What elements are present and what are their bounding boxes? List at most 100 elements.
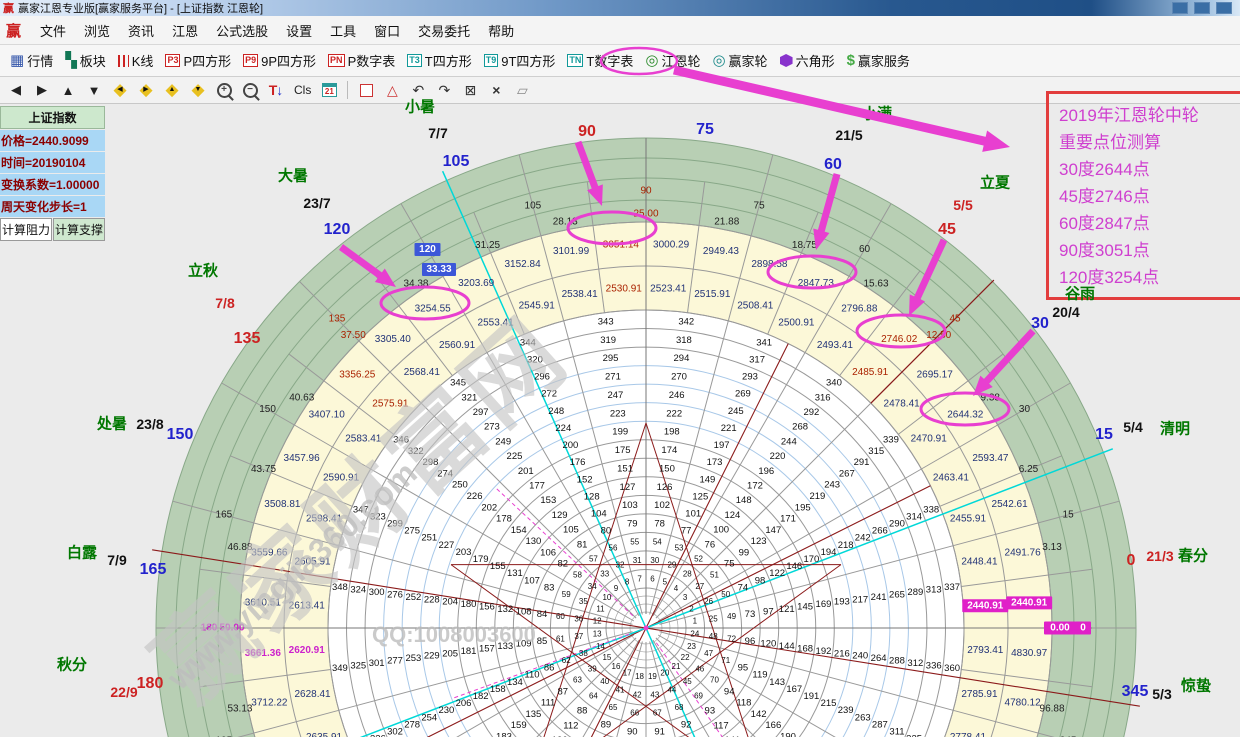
menu-item-4[interactable]: 公式选股 [207, 21, 277, 40]
maximize-button[interactable] [1194, 2, 1210, 14]
wheel-cell: 2515.91 [694, 289, 731, 300]
toolbar-item-P四方形[interactable]: P3P四方形 [159, 51, 237, 70]
shift-left-button[interactable]: ◆◀ [112, 82, 128, 98]
minimize-button[interactable] [1172, 2, 1188, 14]
page-left-button[interactable]: ◀ [8, 82, 24, 98]
wheel-cell: 9.38 [980, 393, 1000, 404]
wheel-cell: 198 [664, 427, 680, 438]
wheel-cell: 148 [736, 495, 752, 506]
rect-tool-button[interactable] [358, 84, 374, 97]
cls-button[interactable]: Cls [294, 83, 311, 97]
wheel-cell: 83 [544, 582, 555, 593]
rotate-cw-button[interactable]: ↷ [436, 82, 452, 99]
page-right-button[interactable]: ▶ [34, 82, 50, 98]
menu-item-9[interactable]: 帮助 [479, 21, 523, 40]
shift-up-button[interactable]: ◆▲ [164, 82, 180, 98]
wheel-cell: 22 [681, 653, 690, 662]
wheel-cell: 4 [674, 584, 679, 593]
panel-button-1[interactable]: 计算支撑 [53, 218, 105, 241]
wheel-cell: 203 [456, 547, 472, 558]
wheel-cell: 2644.32 [947, 409, 984, 420]
wheel-cell: 44 [667, 686, 676, 695]
page-up-button[interactable]: ▲ [60, 83, 76, 98]
toolbar-item-T数字表[interactable]: TNT数字表 [561, 51, 639, 70]
wheel-cell: 37.50 [341, 330, 366, 341]
wheel-cell: 273 [484, 422, 500, 433]
wheel-cell: 325 [350, 660, 366, 671]
zoom-out-button[interactable]: − [242, 83, 258, 98]
wheel-cell: 143 [769, 677, 785, 688]
toolbar-item-六角形[interactable]: 六角形 [774, 51, 841, 70]
toolbar-item-K线[interactable]: K线 [112, 51, 160, 70]
wheel-cell: 71 [721, 656, 730, 665]
wheel-cell: 251 [421, 533, 437, 544]
kline-candles-icon [118, 55, 129, 67]
wheel-cell: 195 [795, 502, 811, 513]
toolbar-item-行情[interactable]: ▦行情 [4, 51, 59, 70]
menu-item-5[interactable]: 设置 [277, 21, 321, 40]
close-button[interactable] [1216, 2, 1232, 14]
wheel-cell: 3203.69 [458, 278, 495, 289]
wheel-cell: 263 [855, 712, 871, 723]
wheel-cell: 62 [562, 656, 571, 665]
cross-move-button[interactable]: × [488, 82, 504, 98]
wheel-cell: 130 [525, 536, 541, 547]
toolbar-item-T四方形[interactable]: T3T四方形 [401, 51, 477, 70]
toolbar-item-赢家轮[interactable]: ◎赢家轮 [706, 51, 773, 70]
toolbar-item-9T四方形[interactable]: T99T四方形 [478, 51, 562, 70]
wheel-cell: 253 [405, 653, 421, 664]
wheel-cell: 191 [803, 691, 819, 702]
wheel-cell: 28.13 [553, 217, 578, 228]
wheel-cell: 288 [889, 656, 905, 667]
shift-down-button[interactable]: ◆▼ [190, 82, 206, 98]
panel-button-0[interactable]: 计算阻力 [0, 218, 52, 241]
wheel-cell: 53.13 [227, 703, 252, 714]
wheel-cell: 315 [868, 446, 884, 457]
menu-item-1[interactable]: 浏览 [75, 21, 119, 40]
wheel-cell: 246 [669, 390, 685, 401]
wheel-cell: 166 [765, 720, 781, 731]
zoom-in-button[interactable]: + [216, 83, 232, 98]
menu-item-0[interactable]: 文件 [31, 21, 75, 40]
wheel-cell: 225 [507, 451, 523, 462]
menu-item-7[interactable]: 窗口 [365, 21, 409, 40]
toolbar-item-9P四方形[interactable]: P99P四方形 [237, 51, 322, 70]
rotate-ccw-button[interactable]: ↶ [410, 82, 426, 99]
t-down-button[interactable]: T↓ [268, 82, 284, 98]
menu-item-6[interactable]: 工具 [321, 21, 365, 40]
toolbar-item-赢家服务[interactable]: $赢家服务 [841, 51, 916, 70]
calendar-button[interactable]: 21 [321, 83, 337, 97]
triangle-tool-button[interactable]: △ [384, 82, 400, 99]
menu-item-3[interactable]: 江恩 [163, 21, 207, 40]
toolbar-item-P数字表[interactable]: PNP数字表 [322, 51, 401, 70]
wheel-cell: 132 [497, 604, 513, 615]
wheel-cell: 64 [589, 692, 598, 701]
shift-right-button[interactable]: ◆▶ [138, 82, 154, 98]
menu-item-2[interactable]: 资讯 [119, 21, 163, 40]
wheel-cell: 272 [541, 389, 557, 400]
wheel-cell: 4830.97 [1011, 648, 1048, 659]
panel-row-2: 变换系数=1.00000 [0, 174, 105, 195]
board-button[interactable]: ▱ [514, 82, 530, 99]
wheel-cell: 2847.73 [798, 278, 835, 289]
toolbar-item-label: 江恩轮 [661, 51, 700, 70]
menu-item-8[interactable]: 交易委托 [409, 21, 479, 40]
toolbar-item-江恩轮[interactable]: ◎江恩轮 [639, 51, 706, 70]
wheel-cell: 91 [654, 726, 665, 737]
wheel-cell: 2455.91 [950, 513, 987, 524]
wheel-cell: 168 [797, 643, 813, 654]
wheel-cell: 157 [479, 643, 495, 654]
wheel-cell: 200 [562, 440, 578, 451]
wheel-cell: 0 [1080, 623, 1086, 634]
wheel-cell: 300 [369, 587, 385, 598]
wheel-cell: 105 [563, 525, 579, 536]
page-down-button[interactable]: ▼ [86, 83, 102, 98]
wheel-cell: 2553.41 [478, 318, 515, 329]
toolbar-item-板块[interactable]: ▚板块 [59, 51, 112, 70]
wheel-cell: 58 [573, 571, 582, 580]
instrument-name: 上证指数 [0, 106, 105, 129]
wheel-cell: 2593.47 [972, 453, 1009, 464]
wheel-cell: 175 [615, 445, 631, 456]
select-box-button[interactable]: ⊠ [462, 82, 478, 99]
wheel-cell: 301 [369, 658, 385, 669]
